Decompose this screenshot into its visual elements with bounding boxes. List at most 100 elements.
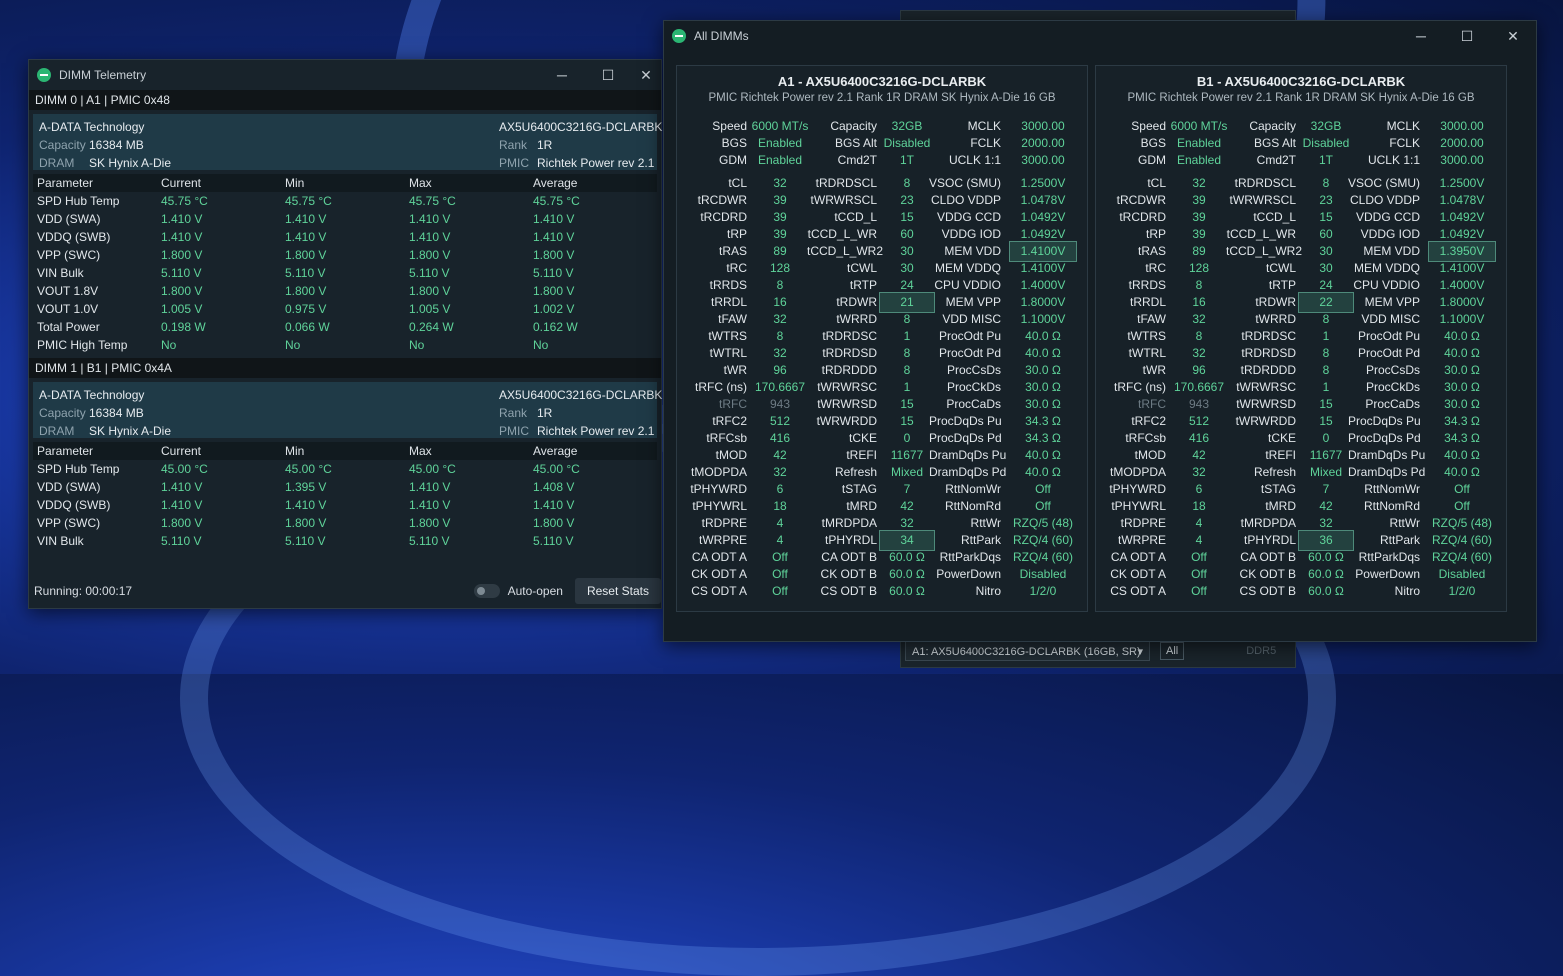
timing-value: 943 [769, 397, 791, 411]
timing-label: tWRWRSCL [810, 193, 877, 207]
timing-value: 30 [900, 261, 914, 275]
timing-label: tMODPDA [690, 465, 747, 479]
timing-label: CS ODT B [1239, 584, 1296, 598]
parameter-value: 1.410 V [409, 230, 451, 244]
timing-label: UCLK 1:1 [948, 153, 1001, 167]
timing-value: 21 [900, 295, 914, 309]
parameter-name: VDD (SWA) [37, 212, 101, 226]
maximize-icon[interactable]: ☐ [1444, 28, 1490, 45]
pmic-value: Richtek Power rev 2.1 [537, 156, 655, 170]
timing-label: tCCD_L_WR [1226, 227, 1296, 241]
parameter-value: 1.410 V [533, 230, 575, 244]
dimm-selector[interactable]: A1: AX5U6400C3216G-DCLARBK (16GB, SR) ▾ [905, 641, 1150, 661]
column-header: Current [161, 444, 202, 458]
parameter-value: No [409, 338, 425, 352]
capacity-label: Capacity [39, 406, 86, 420]
timing-label: tCCD_L_WR2 [1226, 244, 1303, 258]
reset-stats-button[interactable]: Reset Stats [574, 578, 661, 604]
timing-label: tWRRD [836, 312, 877, 326]
timing-label: tRRDL [710, 295, 747, 309]
timing-label: tRFC [719, 397, 747, 411]
timing-value: 1.0492V [1020, 210, 1066, 224]
timing-label: Nitro [975, 584, 1001, 598]
title-bar: DIMM Telemetry ─ ☐ ✕ [29, 60, 661, 90]
timing-label: Speed [712, 119, 747, 133]
timing-label: BGS [721, 136, 747, 150]
parameter-value: 45.00 °C [161, 462, 208, 476]
timing-value: 1.2500V [1439, 176, 1485, 190]
timing-label: tRC [1145, 261, 1166, 275]
timing-label: tMODPDA [1109, 465, 1166, 479]
timing-label: CLDO VDDP [930, 193, 1001, 207]
parameter-value: 1.800 V [285, 248, 327, 262]
table-row: VDDQ (SWB) 1.410 V 1.410 V 1.410 V 1.410 V [33, 496, 657, 514]
timing-value: 943 [1188, 397, 1210, 411]
dimm-telemetry-window: DIMM Telemetry ─ ☐ ✕ DIMM 0 | A1 | PMIC … [28, 59, 662, 609]
timing-label: tRDRDDD [1240, 363, 1296, 377]
maximize-icon[interactable]: ☐ [585, 67, 631, 84]
timing-label: MEM VDDQ [935, 261, 1001, 275]
parameter-value: 45.00 °C [409, 462, 456, 476]
timing-label: tWRWRDD [816, 414, 877, 428]
parameter-value: 1.800 V [161, 248, 203, 262]
timing-value: 1.0492V [1020, 227, 1066, 241]
timing-value: 1.0478V [1439, 193, 1485, 207]
timing-value: 42 [900, 499, 914, 513]
timing-label: tWRWRSC [817, 380, 877, 394]
timing-label: CS ODT A [691, 584, 747, 598]
timing-value: 60.0 Ω [889, 567, 925, 581]
timing-value: 34.3 Ω [1444, 431, 1480, 445]
vendor-name: A-DATA Technology [39, 120, 145, 134]
timing-label: tWRPRE [1118, 533, 1166, 547]
timing-label: MCLK [1386, 119, 1420, 133]
timing-value: 39 [1192, 227, 1206, 241]
part-number: AX5U6400C3216G-DCLARBK [499, 120, 663, 134]
minimize-icon[interactable]: ─ [539, 67, 585, 83]
all-button[interactable]: All [1160, 642, 1185, 660]
timing-value: 60.0 Ω [889, 584, 925, 598]
timing-label: ProcCkDs [946, 380, 1001, 394]
timing-label: tPHYRDL [824, 533, 877, 547]
telemetry-table: Parameter Current Min Max Average SPD Hub Tem… [33, 174, 657, 354]
timing-label: tCCD_L_WR [807, 227, 877, 241]
timing-value: 1.0478V [1020, 193, 1066, 207]
timing-label: PowerDown [1355, 567, 1420, 581]
parameter-value: 1.410 V [409, 480, 451, 494]
parameter-name: VPP (SWC) [37, 516, 101, 530]
timing-label: tRDRDSD [1241, 346, 1296, 360]
timing-label: MCLK [967, 119, 1001, 133]
timing-value: 6000 MT/s [751, 119, 809, 133]
timing-value: 24 [900, 278, 914, 292]
timing-value: 416 [1188, 431, 1210, 445]
minimize-icon[interactable]: ─ [1398, 28, 1444, 44]
timing-value: 4 [776, 533, 784, 547]
timing-label: tWRRD [1255, 312, 1296, 326]
parameter-value: 1.800 V [161, 284, 203, 298]
timing-value: 60 [900, 227, 914, 241]
timing-label: Nitro [1394, 584, 1420, 598]
timing-label: MEM VDD [944, 244, 1001, 258]
timing-label: ProcOdt Pd [1357, 346, 1420, 360]
timing-label: tRRDS [709, 278, 747, 292]
timing-value: 512 [1188, 414, 1210, 428]
timing-value: 8 [1322, 346, 1330, 360]
timing-label: FCLK [1389, 136, 1420, 150]
timing-value: 1.1000V [1439, 312, 1485, 326]
timing-label: tPHYWRD [690, 482, 747, 496]
timing-value: 32 [1192, 346, 1206, 360]
timing-value: Disabled [1438, 567, 1486, 581]
close-icon[interactable]: ✕ [631, 67, 661, 84]
parameter-value: 1.410 V [285, 212, 327, 226]
auto-open-toggle[interactable] [473, 584, 500, 598]
parameter-value: 1.002 V [533, 302, 575, 316]
timing-label: tWTRL [709, 346, 747, 360]
part-number: AX5U6400C3216G-DCLARBK [499, 388, 663, 402]
timing-value: 30.0 Ω [1025, 397, 1061, 411]
timing-label: Refresh [1253, 465, 1296, 479]
timing-value: 15 [900, 397, 914, 411]
timing-label: tREFI [846, 448, 877, 462]
column-header: Max [409, 176, 432, 190]
timing-value: RZQ/4 (60) [1431, 533, 1492, 547]
timing-value: 8 [1322, 176, 1330, 190]
close-icon[interactable]: ✕ [1490, 28, 1536, 45]
